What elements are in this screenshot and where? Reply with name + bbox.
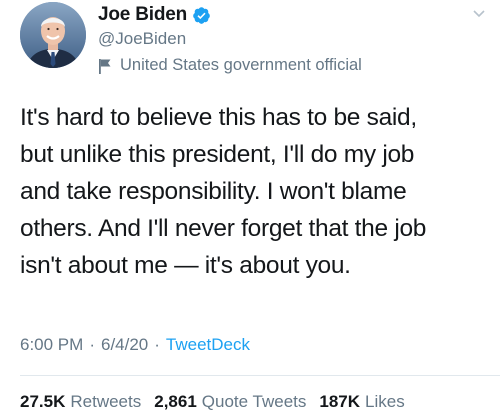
quote-tweets-count: 2,861 (154, 392, 197, 411)
avatar-image (20, 2, 86, 68)
tweet-time[interactable]: 6:00 PM (20, 335, 83, 355)
retweets-count: 27.5K (20, 392, 66, 411)
likes-count: 187K (319, 392, 361, 411)
quote-tweets-label: Quote Tweets (201, 392, 307, 411)
tweet-meta: 6:00 PM · 6/4/20 · TweetDeck (20, 335, 250, 355)
tweet-text-line: others. And I'll never forget that the j… (20, 215, 427, 242)
likes-label: Likes (365, 392, 405, 411)
tweet-text-line: and take responsibility. I won't blame (20, 178, 407, 205)
tweet-source-link[interactable]: TweetDeck (166, 335, 250, 355)
likes-stat[interactable]: 187K Likes (319, 392, 417, 412)
meta-separator: · (154, 335, 160, 354)
verified-badge-icon (192, 6, 211, 25)
retweets-label: Retweets (70, 392, 142, 411)
government-label-text: United States government official (120, 56, 362, 74)
author-name-row[interactable]: Joe Biden (98, 3, 211, 27)
tweet-text-line: but unlike this president, I'll do my jo… (20, 141, 415, 168)
tweet-date[interactable]: 6/4/20 (101, 335, 148, 355)
government-label[interactable]: United States government official (98, 56, 362, 75)
quote-tweets-stat[interactable]: 2,861 Quote Tweets (154, 392, 319, 412)
retweets-stat[interactable]: 27.5K Retweets (20, 392, 154, 412)
chevron-down-icon[interactable] (472, 6, 486, 18)
flag-icon (98, 58, 112, 74)
author-display-name[interactable]: Joe Biden (98, 4, 187, 26)
tweet-text: It's hard to believe this has to be said… (20, 99, 490, 284)
tweet-text-line: isn't about me — it's about you. (20, 252, 351, 279)
tweet-text-line: It's hard to believe this has to be said… (20, 104, 417, 131)
tweet-card: Joe Biden @JoeBiden United States govern… (0, 0, 500, 420)
tweet-stats: 27.5K Retweets 2,861 Quote Tweets 187K Like… (20, 392, 418, 412)
author-handle[interactable]: @JoeBiden (98, 29, 186, 49)
divider (20, 375, 500, 376)
avatar[interactable] (20, 2, 86, 68)
meta-separator: · (89, 335, 95, 354)
